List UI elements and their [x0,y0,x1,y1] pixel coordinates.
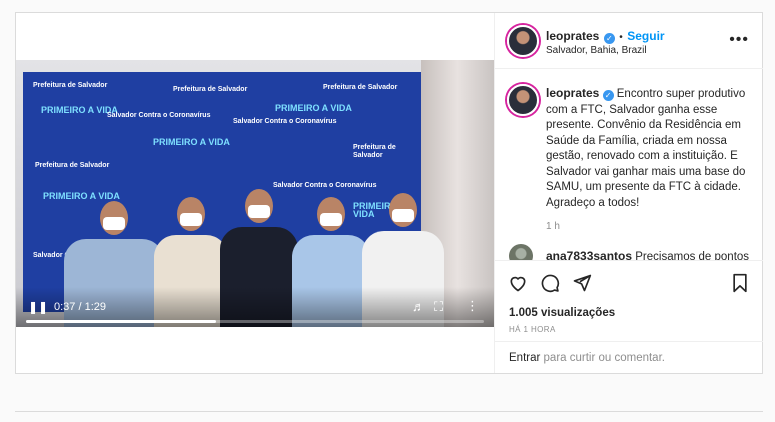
post-media: Prefeitura de Salvador PRIMEIRO A VIDA S… [16,13,494,373]
caption-text: Encontro super produtivo com a FTC, Salv… [546,88,746,209]
verified-icon: ✓ [602,90,614,101]
banner-text: Prefeitura de Salvador [173,86,248,93]
commenter-avatar[interactable] [509,244,533,260]
page-divider [15,411,763,412]
comment-username[interactable]: ana7833santos [546,249,632,260]
banner-text: PRIMEIRO A VIDA [43,191,120,201]
location-link[interactable]: Salvador, Bahia, Brazil [546,45,647,56]
login-prompt: Entrar para curtir ou comentar. [509,352,665,364]
post-header: leoprates ✓ • Seguir Salvador, Bahia, Br… [495,13,763,69]
post-sidebar: leoprates ✓ • Seguir Salvador, Bahia, Br… [494,13,763,373]
caption-username[interactable]: leoprates [546,86,599,100]
avatar[interactable] [507,84,539,116]
post-actions: 1.005 visualizações HÁ 1 HORA [495,260,763,340]
view-count[interactable]: 1.005 visualizações [509,307,615,319]
banner-text: Salvador Contra o Coronavírus [273,182,377,189]
banner-text: Salvador Contra o Coronavírus [107,112,211,119]
video-progress-bar[interactable] [26,320,484,323]
share-icon[interactable] [572,273,592,293]
volume-icon[interactable]: ♬ [412,300,425,314]
video-controls: ❚❚ 0:37 / 1:29 ♬ ⛶ ⋮ [16,287,494,327]
separator-dot: • [619,32,623,43]
banner-text: Prefeitura de Salvador [323,84,398,91]
post-caption: leoprates ✓ Encontro super produtivo com… [546,86,751,211]
header-line: leoprates ✓ • Seguir [546,27,665,45]
video-progress-fill [26,320,217,323]
banner-text: Prefeitura de Salvador [35,162,110,169]
username-link[interactable]: leoprates [546,29,599,43]
banner-text: PRIMEIRO A VIDA [153,137,230,147]
banner-text: Prefeitura de Salvador [33,82,108,89]
post-card: Prefeitura de Salvador PRIMEIRO A VIDA S… [15,12,763,374]
post-date[interactable]: HÁ 1 HORA [509,325,556,334]
comments-section: leoprates ✓ Encontro super produtivo com… [495,70,763,260]
comment-text: Precisamos de pontos [635,251,750,260]
add-comment-bar: Entrar para curtir ou comentar. [495,341,763,373]
banner-text: Salvador Contra o Coronavírus [233,118,337,125]
play-pause-icon[interactable]: ❚❚ [28,300,48,314]
video-time: 0:37 / 1:29 [54,301,106,313]
fullscreen-icon[interactable]: ⛶ [434,300,443,314]
banner-text: PRIMEIRO A VIDA [275,103,352,113]
follow-button[interactable]: Seguir [627,29,664,43]
video-player[interactable]: Prefeitura de Salvador PRIMEIRO A VIDA S… [16,60,494,327]
like-icon[interactable] [508,273,528,293]
login-prompt-text: para curtir ou comentar. [540,352,665,364]
caption-time: 1 h [546,221,560,232]
banner-text: Prefeitura de Salvador [353,144,396,159]
save-icon[interactable] [731,273,749,293]
comment: ana7833santos Precisamos de pontos [546,249,749,260]
login-link[interactable]: Entrar [509,352,540,364]
more-icon[interactable]: ⋮ [466,299,479,313]
comment-icon[interactable] [540,273,560,293]
more-options-icon[interactable]: ••• [729,31,749,49]
verified-icon: ✓ [603,33,615,44]
avatar[interactable] [507,25,539,57]
